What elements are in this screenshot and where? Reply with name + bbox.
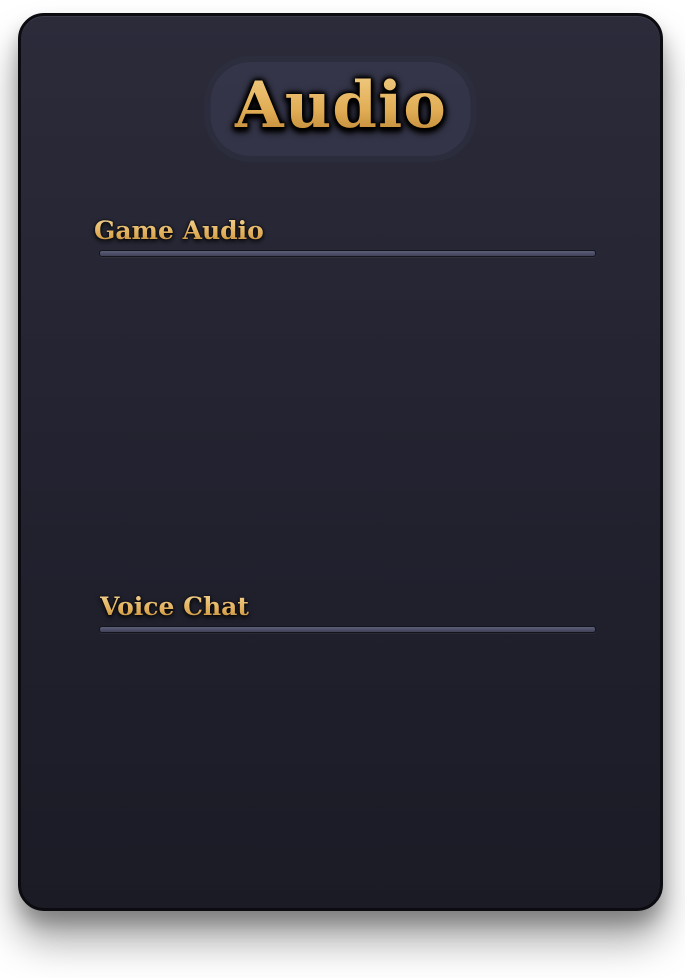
audio-settings-screen: Audio Game Audio Voice Chat xyxy=(0,0,685,978)
section-title-voice-chat: Voice Chat xyxy=(100,592,249,621)
section-title-game-audio: Game Audio xyxy=(94,216,264,245)
audio-settings-panel: Audio Game Audio Voice Chat xyxy=(18,13,663,911)
voice-chat-settings-area xyxy=(99,642,596,882)
title-plate: Audio xyxy=(210,62,471,156)
game-audio-settings-area xyxy=(99,266,596,586)
voice-chat-divider xyxy=(99,626,596,633)
page-title: Audio xyxy=(234,66,447,146)
game-audio-divider xyxy=(99,250,596,257)
